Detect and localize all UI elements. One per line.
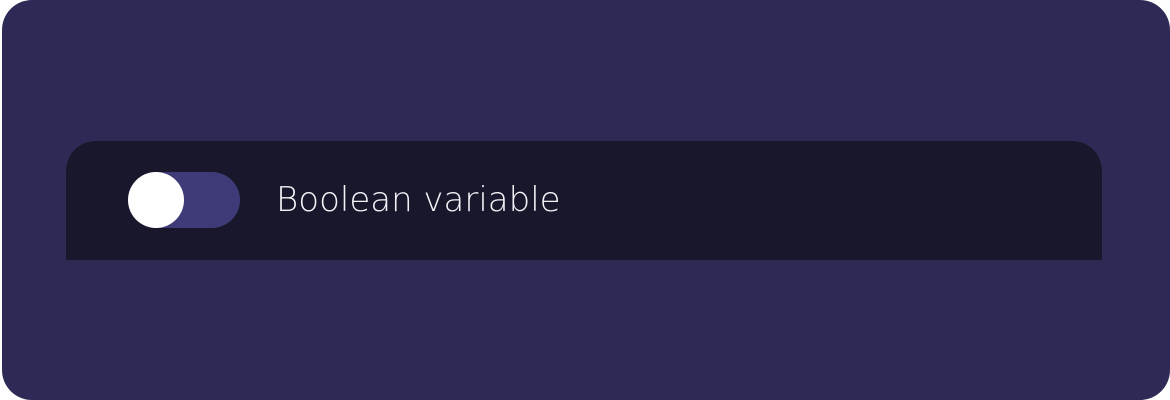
- setting-row-boolean-variable: Boolean variable: [66, 141, 1102, 260]
- toggle-knob: [128, 172, 184, 228]
- settings-card: Boolean variable: [2, 0, 1170, 400]
- boolean-variable-toggle[interactable]: [128, 172, 240, 228]
- setting-label: Boolean variable: [276, 180, 561, 220]
